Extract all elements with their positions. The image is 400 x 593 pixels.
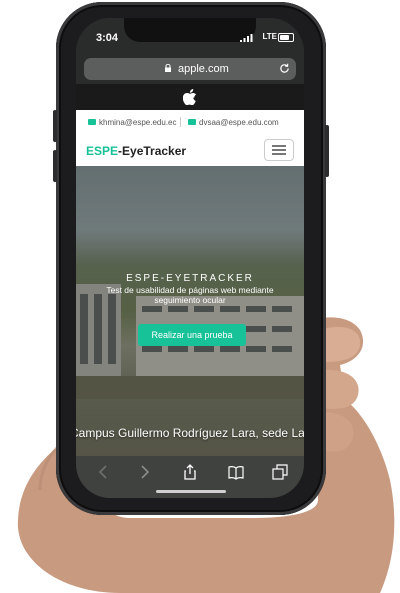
url-text: apple.com (178, 63, 229, 75)
share-icon[interactable] (182, 464, 198, 480)
site-brand[interactable]: ESPE-EyeTracker (86, 144, 186, 158)
hero-overlay (76, 166, 304, 456)
home-indicator (156, 490, 226, 493)
address-bar[interactable]: apple.com (84, 58, 296, 80)
power-button (325, 125, 329, 177)
contact-bar: khmina@espe.edu.ec dvsaa@espe.edu.com (76, 110, 304, 135)
menu-line (272, 145, 286, 147)
menu-line (272, 153, 286, 155)
phone-screen: 3:04 LTE apple.com khmina@espe.edu.ec dv… (76, 18, 304, 498)
brand-rest: -EyeTracker (118, 144, 187, 158)
divider (180, 117, 181, 127)
mail-icon (188, 119, 196, 125)
bookmarks-icon[interactable] (228, 464, 244, 480)
browser-chrome: apple.com (76, 58, 304, 84)
email-link-1[interactable]: khmina@espe.edu.ec (99, 118, 177, 127)
site-navbar: ESPE-EyeTracker (76, 134, 304, 166)
hero-section: ESPE-EYETRACKER Test de usabilidad de pá… (76, 166, 304, 456)
apple-logo-icon[interactable] (183, 89, 197, 105)
browser-toolbar (76, 456, 304, 498)
battery-icon (278, 33, 294, 42)
mail-icon (88, 119, 96, 125)
status-bar: 3:04 LTE (76, 18, 304, 58)
start-test-button[interactable]: Realizar una prueba (138, 324, 246, 346)
back-icon[interactable] (96, 464, 112, 480)
hero-subtitle: Test de usabilidad de páginas web median… (106, 285, 274, 305)
notch (124, 18, 256, 42)
email-link-2[interactable]: dvsaa@espe.edu.com (199, 118, 279, 127)
tabs-icon[interactable] (272, 464, 288, 480)
hero-caption: Campus Guillermo Rodríguez Lara, sede La… (76, 426, 304, 440)
status-time: 3:04 (96, 32, 119, 44)
reload-icon[interactable] (279, 63, 290, 74)
lock-icon (165, 64, 171, 72)
volume-up-button (53, 110, 57, 142)
signal-icon (240, 34, 253, 42)
menu-line (272, 149, 286, 151)
forward-icon[interactable] (136, 464, 152, 480)
hero-title: ESPE-EYETRACKER (126, 273, 254, 284)
brand-accent: ESPE (86, 144, 119, 158)
apple-header (76, 84, 304, 110)
volume-down-button (53, 150, 57, 182)
network-type: LTE (262, 32, 277, 41)
menu-icon[interactable] (264, 139, 294, 161)
